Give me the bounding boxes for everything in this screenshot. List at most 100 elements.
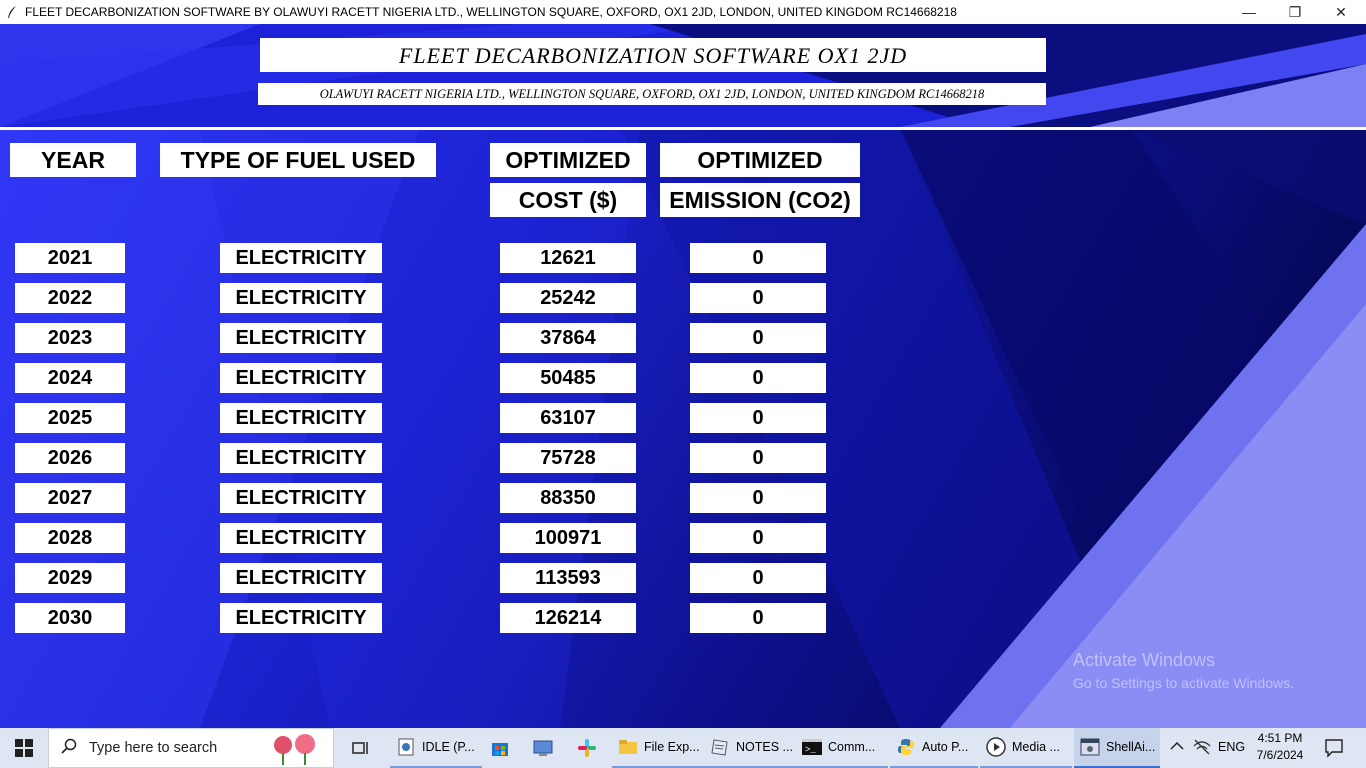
- cost-column-header-line1: OPTIMIZED: [490, 143, 646, 177]
- store-icon: [492, 743, 508, 756]
- optimized-cost-cell: 37864: [500, 323, 636, 353]
- fuel-column-header: TYPE OF FUEL USED: [160, 143, 436, 177]
- taskbar-slack-button[interactable]: [572, 728, 602, 768]
- close-button[interactable]: ✕: [1318, 0, 1364, 24]
- maximize-button[interactable]: ❐: [1272, 0, 1318, 24]
- optimized-emission-cell: 0: [690, 323, 826, 353]
- taskbar-app-command-prompt[interactable]: >_ Comm...: [796, 728, 888, 768]
- year-column-header: YEAR: [10, 143, 136, 177]
- year-cell: 2028: [15, 523, 125, 553]
- year-cell: 2027: [15, 483, 125, 513]
- taskbar-app-python[interactable]: Auto P...: [890, 728, 978, 768]
- year-cell: 2022: [15, 283, 125, 313]
- app-canvas: FLEET DECARBONIZATION SOFTWARE OX1 2JD O…: [0, 24, 1366, 728]
- taskbar-app-media-player[interactable]: Media ...: [980, 728, 1072, 768]
- taskbar-app-label: Auto P...: [922, 740, 969, 754]
- network-disconnected-icon[interactable]: [1192, 738, 1212, 759]
- python-file-icon: [396, 737, 416, 757]
- minimize-button[interactable]: —: [1226, 0, 1272, 24]
- fuel-type-cell: ELECTRICITY: [220, 523, 382, 553]
- watermark-title: Activate Windows: [1073, 650, 1216, 670]
- optimized-emission-cell: 0: [690, 243, 826, 273]
- optimized-cost-cell: 63107: [500, 403, 636, 433]
- chevron-up-icon[interactable]: [1170, 740, 1184, 754]
- fuel-type-cell: ELECTRICITY: [220, 563, 382, 593]
- optimized-emission-cell: 0: [690, 523, 826, 553]
- title-bar: FLEET DECARBONIZATION SOFTWARE BY OLAWUY…: [0, 0, 1366, 24]
- taskbar: Type here to search IDLE (P... File Exp.…: [0, 728, 1366, 768]
- window-title: FLEET DECARBONIZATION SOFTWARE BY OLAWUY…: [25, 5, 957, 19]
- search-icon: [61, 738, 79, 759]
- year-cell: 2025: [15, 403, 125, 433]
- optimized-cost-cell: 126214: [500, 603, 636, 633]
- search-placeholder: Type here to search: [89, 740, 218, 756]
- slack-icon: [578, 739, 596, 757]
- year-cell: 2030: [15, 603, 125, 633]
- clock-date: 7/6/2024: [1256, 748, 1304, 762]
- activate-windows-watermark: Activate Windows Go to Settings to activ…: [1073, 650, 1294, 691]
- control-panel-icon: [533, 740, 553, 756]
- app-window-icon: [1080, 737, 1100, 757]
- fuel-type-cell: ELECTRICITY: [220, 603, 382, 633]
- optimized-emission-cell: 0: [690, 443, 826, 473]
- optimized-cost-cell: 113593: [500, 563, 636, 593]
- system-tray: ENG 4:51 PM 7/6/2024: [1162, 728, 1366, 768]
- optimized-cost-cell: 50485: [500, 363, 636, 393]
- optimized-emission-cell: 0: [690, 483, 826, 513]
- taskbar-app-label: Media ...: [1012, 740, 1060, 754]
- optimized-cost-cell: 100971: [500, 523, 636, 553]
- svg-text:>_: >_: [805, 745, 816, 755]
- watermark-subtitle: Go to Settings to activate Windows.: [1073, 675, 1294, 691]
- start-button[interactable]: [0, 728, 48, 768]
- emission-column-header-line1: OPTIMIZED: [660, 143, 860, 177]
- feather-icon: [5, 5, 19, 19]
- optimized-emission-cell: 0: [690, 563, 826, 593]
- optimized-cost-cell: 12621: [500, 243, 636, 273]
- taskbar-control-panel-button[interactable]: [528, 728, 558, 768]
- optimized-cost-cell: 75728: [500, 443, 636, 473]
- taskbar-store-button[interactable]: [486, 728, 514, 768]
- roses-decoration-icon: [274, 734, 315, 765]
- taskbar-app-label: IDLE (P...: [422, 740, 475, 754]
- taskbar-app-notes[interactable]: NOTES ...: [704, 728, 796, 768]
- taskbar-search-box[interactable]: Type here to search: [48, 728, 334, 768]
- clock-time: 4:51 PM: [1257, 731, 1303, 745]
- windows-logo-icon: [15, 739, 33, 757]
- taskbar-app-label: ShellAi...: [1106, 740, 1156, 754]
- task-view-icon: [352, 742, 368, 754]
- taskbar-app-label: NOTES ...: [736, 740, 793, 754]
- optimized-cost-cell: 88350: [500, 483, 636, 513]
- taskbar-app-label: Comm...: [828, 740, 876, 754]
- taskbar-app-shellai[interactable]: ShellAi...: [1074, 728, 1160, 768]
- optimized-cost-cell: 25242: [500, 283, 636, 313]
- year-cell: 2024: [15, 363, 125, 393]
- optimized-emission-cell: 0: [690, 403, 826, 433]
- optimized-emission-cell: 0: [690, 603, 826, 633]
- notifications-icon[interactable]: [1324, 738, 1344, 761]
- main-title: FLEET DECARBONIZATION SOFTWARE OX1 2JD: [260, 38, 1046, 72]
- fuel-type-cell: ELECTRICITY: [220, 443, 382, 473]
- task-view-button[interactable]: [344, 728, 378, 768]
- header-divider: [0, 127, 1366, 130]
- subtitle: OLAWUYI RACETT NIGERIA LTD., WELLINGTON …: [258, 83, 1046, 105]
- year-cell: 2029: [15, 563, 125, 593]
- cost-column-header-line2: COST ($): [490, 183, 646, 217]
- year-cell: 2026: [15, 443, 125, 473]
- optimized-emission-cell: 0: [690, 363, 826, 393]
- language-indicator[interactable]: ENG: [1218, 740, 1245, 754]
- fuel-type-cell: ELECTRICITY: [220, 483, 382, 513]
- media-player-icon: [986, 737, 1006, 757]
- folder-icon: [618, 737, 638, 757]
- fuel-type-cell: ELECTRICITY: [220, 323, 382, 353]
- year-cell: 2023: [15, 323, 125, 353]
- terminal-icon: >_: [802, 737, 822, 757]
- notes-icon: [710, 737, 730, 757]
- taskbar-app-label: File Exp...: [644, 740, 700, 754]
- taskbar-app-file-explorer[interactable]: File Exp...: [612, 728, 704, 768]
- emission-column-header-line2: EMISSION (CO2): [660, 183, 860, 217]
- fuel-type-cell: ELECTRICITY: [220, 363, 382, 393]
- taskbar-app-idle[interactable]: IDLE (P...: [390, 728, 482, 768]
- clock[interactable]: 4:51 PM 7/6/2024: [1254, 730, 1306, 764]
- python-icon: [896, 737, 916, 757]
- fuel-type-cell: ELECTRICITY: [220, 283, 382, 313]
